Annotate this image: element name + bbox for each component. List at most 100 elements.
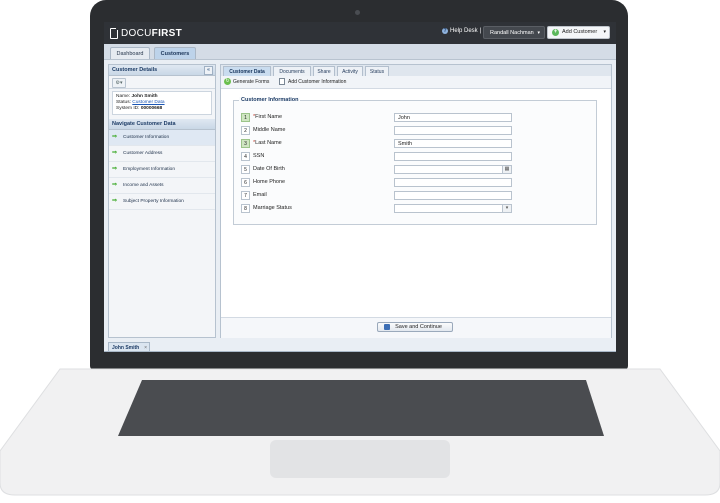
marriage-status-select[interactable]: ▾ bbox=[394, 204, 512, 213]
customer-details-header: Customer Details « bbox=[109, 65, 215, 76]
customer-data-panel: Customer Data Documents Share Activity S… bbox=[220, 64, 612, 338]
main-nav: Dashboard Customers bbox=[104, 44, 616, 60]
collapse-panel-icon[interactable]: « bbox=[204, 66, 213, 75]
row-number: 5 bbox=[241, 165, 250, 174]
nav-item-label: Customer Information bbox=[123, 135, 170, 140]
date-of-birth-label: Date Of Birth bbox=[253, 166, 285, 172]
middle-name-field[interactable] bbox=[394, 126, 512, 135]
row-number: 6 bbox=[241, 178, 250, 187]
laptop-base bbox=[0, 363, 720, 503]
email-field[interactable] bbox=[394, 191, 512, 200]
tab-documents[interactable]: Documents bbox=[273, 66, 311, 76]
arrow-right-icon: ⇒ bbox=[112, 182, 118, 188]
camera bbox=[355, 10, 360, 15]
row-number: 3 bbox=[241, 139, 250, 148]
last-name-label: Last Name bbox=[255, 140, 282, 146]
field-label: *Last Name bbox=[253, 140, 282, 146]
user-name: Randall Nachman bbox=[490, 30, 534, 36]
form-footer: Save and Continue bbox=[221, 317, 611, 338]
docufirst-logo: DOCUFIRST bbox=[110, 27, 182, 39]
ssn-label: SSN bbox=[253, 153, 265, 159]
gear-icon[interactable]: ⚙▾ bbox=[112, 78, 126, 88]
email-label: Email bbox=[253, 192, 267, 198]
ssn-field[interactable] bbox=[394, 152, 512, 161]
action-bar: ↻ Generate Forms Add Customer Informatio… bbox=[221, 76, 611, 89]
nav-item-employment-information[interactable]: ⇒ Employment Information bbox=[109, 162, 215, 178]
user-menu-button[interactable]: Randall Nachman ▾ bbox=[483, 26, 545, 39]
help-icon: ? bbox=[442, 28, 448, 34]
last-name-field[interactable]: Smith bbox=[394, 139, 512, 148]
first-name-field[interactable]: John bbox=[394, 113, 512, 122]
nav-item-customer-address[interactable]: ⇒ Customer Address bbox=[109, 146, 215, 162]
logo-mark-icon bbox=[110, 27, 119, 39]
middle-name-label: Middle Name bbox=[253, 127, 286, 133]
row-number: 2 bbox=[241, 126, 250, 135]
arrow-right-icon: ⇒ bbox=[112, 134, 118, 140]
app-screen: DOCUFIRST ? Help Desk | Randall Nachman … bbox=[104, 22, 616, 352]
row-number: 7 bbox=[241, 191, 250, 200]
logo-text-bold: FIRST bbox=[151, 27, 183, 39]
customer-summary: Name: John Smith Status: Customer Data S… bbox=[112, 91, 212, 115]
plus-icon: + bbox=[552, 29, 559, 36]
home-phone-label: Home Phone bbox=[253, 179, 286, 185]
tab-activity[interactable]: Activity bbox=[337, 66, 363, 76]
help-desk-label: Help Desk bbox=[450, 28, 478, 34]
arrow-right-icon: ⇒ bbox=[112, 166, 118, 172]
chevron-down-icon: ▾ bbox=[537, 30, 540, 36]
refresh-icon: ↻ bbox=[224, 78, 231, 85]
tab-customers[interactable]: Customers bbox=[154, 47, 196, 59]
nav-item-label: Customer Address bbox=[123, 151, 163, 156]
nav-item-customer-information[interactable]: ⇒ Customer Information bbox=[109, 130, 215, 146]
arrow-right-icon: ⇒ bbox=[112, 198, 118, 204]
chevron-down-icon[interactable]: ▾ bbox=[502, 205, 511, 212]
nav-item-income-and-assets[interactable]: ⇒ Income and Assets bbox=[109, 178, 215, 194]
navigate-header: Navigate Customer Data bbox=[109, 119, 215, 130]
add-customer-button[interactable]: + Add Customer ▾ bbox=[547, 26, 610, 39]
save-label: Save and Continue bbox=[395, 324, 442, 330]
row-number: 8 bbox=[241, 204, 250, 213]
status-label: Status: bbox=[116, 100, 131, 105]
name-label: Name: bbox=[116, 94, 131, 99]
top-bar: DOCUFIRST ? Help Desk | Randall Nachman … bbox=[104, 22, 616, 44]
nav-item-label: Subject Property Information bbox=[123, 199, 184, 204]
customer-name: John Smith bbox=[131, 94, 158, 99]
add-customer-label: Add Customer bbox=[562, 29, 598, 35]
add-customer-info-label: Add Customer Information bbox=[288, 79, 347, 85]
generate-forms-button[interactable]: ↻ Generate Forms bbox=[224, 78, 269, 86]
customer-details-title: Customer Details bbox=[112, 67, 158, 73]
help-desk-link[interactable]: ? Help Desk | bbox=[442, 28, 481, 34]
tab-share[interactable]: Share bbox=[313, 66, 335, 76]
field-label: *First Name bbox=[253, 114, 283, 120]
nav-item-label: Employment Information bbox=[123, 167, 175, 172]
chevron-down-icon: ▾ bbox=[603, 29, 606, 35]
calendar-icon[interactable]: ▦ bbox=[502, 166, 511, 173]
panel-toolbar: ⚙▾ bbox=[109, 76, 215, 89]
customer-details-panel: Customer Details « ⚙▾ Name: John Smith S… bbox=[108, 64, 216, 338]
tab-customer-data[interactable]: Customer Data bbox=[223, 66, 271, 76]
save-and-continue-button[interactable]: Save and Continue bbox=[377, 322, 453, 332]
row-number: 4 bbox=[241, 152, 250, 161]
first-name-label: First Name bbox=[255, 114, 283, 120]
navigate-title: Navigate Customer Data bbox=[112, 121, 176, 127]
system-id-value: 00000668 bbox=[140, 106, 163, 111]
save-disk-icon bbox=[384, 324, 390, 330]
logo-text-light: DOCU bbox=[121, 27, 152, 39]
add-customer-information-button[interactable]: Add Customer Information bbox=[279, 78, 346, 86]
document-icon bbox=[279, 78, 285, 85]
customer-information-form: Customer Information 1 *First Name John … bbox=[233, 97, 597, 225]
nav-item-subject-property[interactable]: ⇒ Subject Property Information bbox=[109, 194, 215, 210]
customer-status-link[interactable]: Customer Data bbox=[132, 100, 164, 105]
system-id-label: System ID: bbox=[116, 106, 140, 111]
home-phone-field[interactable] bbox=[394, 178, 512, 187]
generate-forms-label: Generate Forms bbox=[233, 79, 270, 85]
arrow-right-icon: ⇒ bbox=[112, 150, 118, 156]
row-number: 1 bbox=[241, 113, 250, 122]
form-legend: Customer Information bbox=[239, 97, 301, 103]
help-separator: | bbox=[479, 28, 482, 34]
date-of-birth-field[interactable]: ▦ bbox=[394, 165, 512, 174]
marriage-status-label: Marriage Status bbox=[253, 205, 292, 211]
bottom-tab-strip bbox=[104, 351, 616, 352]
nav-item-label: Income and Assets bbox=[123, 183, 164, 188]
tab-status[interactable]: Status bbox=[365, 66, 389, 76]
tab-dashboard[interactable]: Dashboard bbox=[110, 47, 150, 59]
